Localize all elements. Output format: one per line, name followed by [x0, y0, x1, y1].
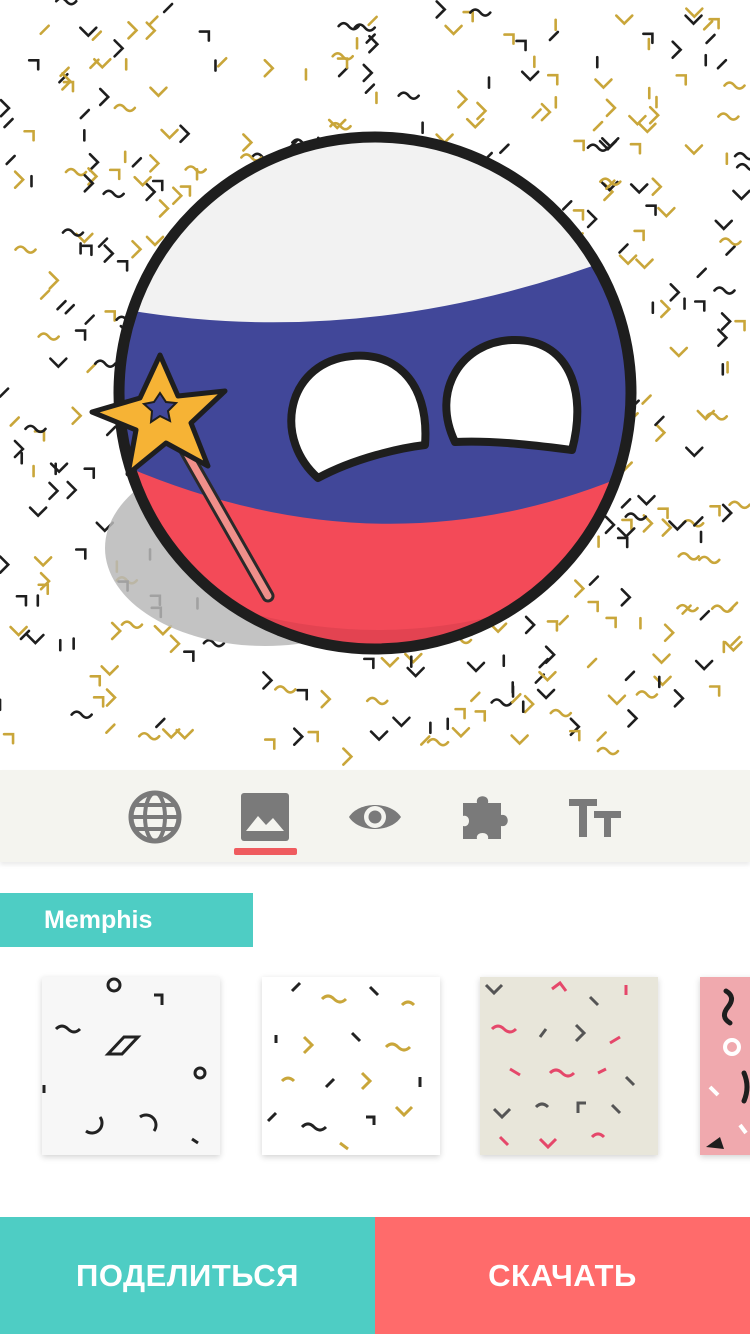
- puzzle-tool-button[interactable]: [450, 782, 520, 852]
- editor-toolbar: [0, 770, 750, 862]
- text-tool-button[interactable]: [560, 782, 630, 852]
- background-tool-button[interactable]: [230, 782, 300, 852]
- russia-countryball[interactable]: [0, 0, 750, 770]
- background-option-pink-squiggles[interactable]: [700, 977, 750, 1155]
- download-button[interactable]: СКАЧАТЬ: [375, 1217, 750, 1334]
- thumb-pattern: [266, 981, 422, 1151]
- thumb-pattern: [706, 988, 750, 1149]
- globe-tool-button[interactable]: [120, 782, 190, 852]
- eye-icon: [349, 805, 401, 829]
- eye-tool-button[interactable]: [340, 782, 410, 852]
- globe-icon: [128, 790, 182, 844]
- background-option-beige-pink[interactable]: [480, 977, 658, 1155]
- active-tab-indicator: [234, 848, 297, 855]
- canvas-preview: [0, 0, 750, 770]
- category-label[interactable]: Memphis: [0, 893, 253, 947]
- thumb-pattern: [484, 980, 636, 1150]
- share-button[interactable]: ПОДЕЛИТЬСЯ: [0, 1217, 375, 1334]
- thumb-pattern: [42, 977, 207, 1145]
- image-icon: [241, 793, 289, 841]
- background-thumbnails: [0, 965, 750, 1165]
- background-option-white-shapes[interactable]: [42, 977, 220, 1155]
- puzzle-icon: [463, 796, 508, 839]
- text-size-icon: [569, 799, 621, 837]
- background-option-gold-black[interactable]: [262, 977, 440, 1155]
